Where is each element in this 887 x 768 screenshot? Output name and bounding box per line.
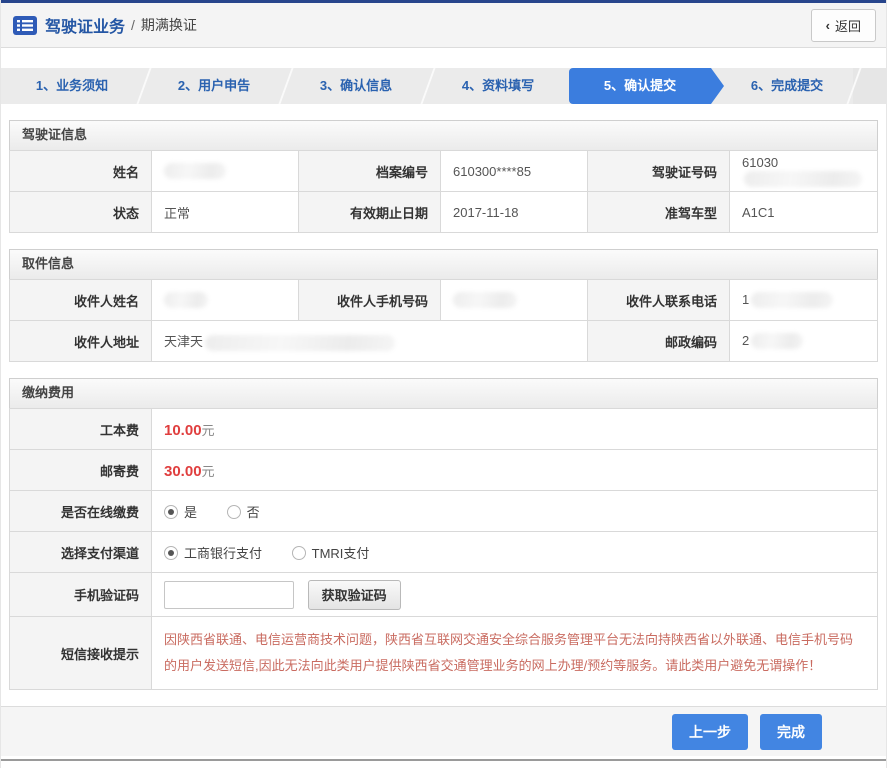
breadcrumb-current: 期满换证	[140, 17, 197, 33]
cost-fee-label: 工本费	[9, 408, 152, 450]
file-number-label: 档案编号	[298, 150, 441, 192]
step-3-tab[interactable]: 3、确认信息	[285, 68, 427, 104]
pickup-section-title: 取件信息	[9, 249, 878, 279]
step-wizard: 1、业务须知 2、用户申告 3、确认信息 4、资料填写 5、确认提交 6、完成提…	[1, 68, 886, 104]
fees-table: 工本费 10.00元 邮寄费 30.00元 是否在线缴费 是 否 选择支付渠道 …	[9, 408, 878, 690]
breadcrumb-separator: /	[131, 17, 135, 33]
fees-section: 缴纳费用 工本费 10.00元 邮寄费 30.00元 是否在线缴费 是 否 选择…	[9, 378, 878, 690]
online-pay-yes-label[interactable]: 是	[184, 505, 197, 520]
redacted-phone	[751, 292, 834, 309]
redacted-address	[205, 334, 396, 351]
tmri-pay-label[interactable]: TMRI支付	[312, 546, 370, 561]
captcha-label: 手机验证码	[9, 572, 152, 617]
step-2-tab[interactable]: 2、用户申告	[143, 68, 285, 104]
license-row-1: 姓名 档案编号 610300****85 驾驶证号码 61030	[9, 150, 878, 192]
recipient-phone-value: 1	[729, 279, 878, 321]
status-value: 正常	[151, 191, 299, 233]
license-section: 驾驶证信息 姓名 档案编号 610300****85 驾驶证号码 61030 状…	[9, 120, 878, 233]
footer-actions: 上一步 完成	[1, 706, 886, 756]
postcode-value: 2	[729, 320, 878, 362]
online-pay-no-label[interactable]: 否	[247, 505, 260, 520]
step-1-tab[interactable]: 1、业务须知	[1, 68, 143, 104]
fees-section-title: 缴纳费用	[9, 378, 878, 408]
cost-fee-unit: 元	[201, 422, 215, 438]
postcode-label: 邮政编码	[587, 320, 730, 362]
expiry-value: 2017-11-18	[440, 191, 588, 233]
license-number-value: 61030	[729, 150, 878, 192]
pay-channel-row: 选择支付渠道 工商银行支付 TMRI支付	[9, 531, 878, 573]
license-number-label: 驾驶证号码	[587, 150, 730, 192]
back-button-label: 返回	[834, 18, 861, 34]
step-6-tab[interactable]: 6、完成提交	[711, 68, 853, 104]
postage-fee-label: 邮寄费	[9, 449, 152, 491]
fee-cost-row: 工本费 10.00元	[9, 408, 878, 450]
vehicle-class-value: A1C1	[729, 191, 878, 233]
finish-button[interactable]: 完成	[760, 713, 822, 750]
postage-fee-amount: 30.00	[164, 462, 202, 480]
redacted-mobile	[453, 292, 517, 309]
file-number-value: 610300****85	[440, 150, 588, 192]
online-pay-row: 是否在线缴费 是 否	[9, 490, 878, 532]
name-label: 姓名	[9, 150, 152, 192]
redacted-recipient-name	[164, 292, 208, 309]
sms-notice-text: 因陕西省联通、电信运营商技术问题，陕西省互联网交通安全综合服务管理平台无法向持陕…	[151, 616, 878, 690]
page: 驾驶证业务 / 期满换证 ‹ 返回 1、业务须知 2、用户申告 3、确认信息 4…	[0, 0, 887, 768]
list-icon	[13, 15, 37, 35]
pickup-table: 收件人姓名 收件人手机号码 收件人联系电话 1 收件人地址 天津天 邮政编码 2	[9, 279, 878, 362]
license-row-2: 状态 正常 有效期止日期 2017-11-18 准驾车型 A1C1	[9, 191, 878, 233]
redacted-name	[164, 163, 226, 180]
page-title: 驾驶证业务	[45, 19, 126, 36]
vehicle-class-label: 准驾车型	[587, 191, 730, 233]
redacted-license-number	[744, 170, 862, 187]
recipient-mobile-label: 收件人手机号码	[298, 279, 441, 321]
recipient-name-label: 收件人姓名	[9, 279, 152, 321]
postage-fee-unit: 元	[201, 463, 215, 479]
online-pay-options: 是 否	[151, 490, 878, 532]
name-value	[151, 150, 299, 192]
recipient-mobile-value	[440, 279, 588, 321]
chevron-left-icon: ‹	[825, 17, 830, 33]
license-table: 姓名 档案编号 610300****85 驾驶证号码 61030 状态 正常 有…	[9, 150, 878, 233]
online-pay-yes-radio[interactable]	[164, 504, 178, 519]
online-pay-no-radio[interactable]	[226, 504, 241, 519]
pickup-row-1: 收件人姓名 收件人手机号码 收件人联系电话 1	[9, 279, 878, 321]
online-pay-label: 是否在线缴费	[9, 490, 152, 532]
postage-fee-value: 30.00元	[151, 449, 878, 491]
address-label: 收件人地址	[9, 320, 152, 362]
cost-fee-value: 10.00元	[151, 408, 878, 450]
icbc-pay-radio[interactable]	[164, 545, 178, 560]
sms-notice-row: 短信接收提示 因陕西省联通、电信运营商技术问题，陕西省互联网交通安全综合服务管理…	[9, 616, 878, 690]
captcha-row: 手机验证码 获取验证码	[9, 572, 878, 617]
previous-step-button[interactable]: 上一步	[672, 713, 748, 750]
license-section-title: 驾驶证信息	[9, 120, 878, 150]
recipient-phone-label: 收件人联系电话	[587, 279, 730, 321]
get-captcha-button[interactable]: 获取验证码	[307, 579, 401, 610]
page-header: 驾驶证业务 / 期满换证 ‹ 返回	[1, 3, 886, 48]
step-5-tab-active[interactable]: 5、确认提交	[569, 68, 724, 104]
icbc-pay-label[interactable]: 工商银行支付	[184, 546, 262, 561]
expiry-label: 有效期止日期	[298, 191, 441, 233]
pickup-section: 取件信息 收件人姓名 收件人手机号码 收件人联系电话 1 收件人地址 天津天 邮…	[9, 249, 878, 362]
sms-notice-label: 短信接收提示	[9, 616, 152, 690]
captcha-field-cell: 获取验证码	[151, 572, 878, 617]
pay-channel-label: 选择支付渠道	[9, 531, 152, 573]
status-label: 状态	[9, 191, 152, 233]
tmri-pay-radio[interactable]	[291, 545, 306, 560]
back-button[interactable]: ‹ 返回	[810, 8, 876, 42]
recipient-name-value	[151, 279, 299, 321]
captcha-input[interactable]	[164, 580, 294, 609]
step-bar-filler	[853, 68, 886, 104]
step-4-tab[interactable]: 4、资料填写	[427, 68, 569, 104]
pay-channel-options: 工商银行支付 TMRI支付	[151, 531, 878, 573]
bottom-divider	[1, 759, 886, 761]
fee-postage-row: 邮寄费 30.00元	[9, 449, 878, 491]
address-value: 天津天	[151, 320, 588, 362]
redacted-postcode	[751, 333, 804, 350]
pickup-row-2: 收件人地址 天津天 邮政编码 2	[9, 320, 878, 362]
cost-fee-amount: 10.00	[164, 421, 202, 439]
